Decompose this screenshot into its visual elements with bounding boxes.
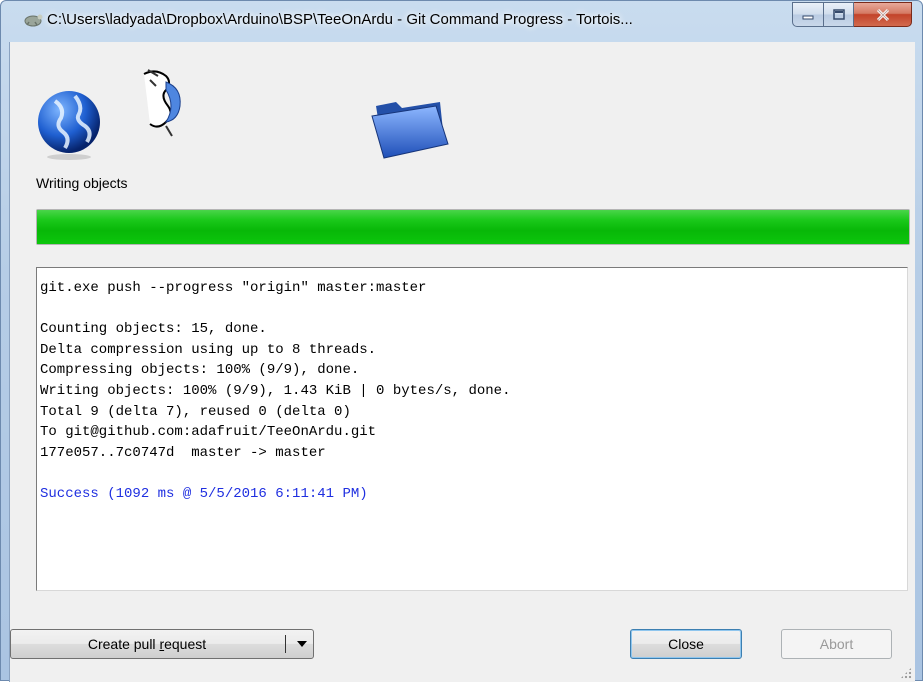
minimize-icon bbox=[802, 15, 814, 19]
paper-icon bbox=[143, 69, 181, 137]
minimize-button[interactable] bbox=[792, 2, 824, 27]
output-log[interactable]: git.exe push --progress "origin" master:… bbox=[36, 267, 908, 591]
globe-icon bbox=[38, 91, 100, 160]
log-line: Compressing objects: 100% (9/9), done. bbox=[40, 362, 360, 379]
close-window-button[interactable] bbox=[854, 2, 912, 27]
log-line: git.exe push --progress "origin" master:… bbox=[40, 280, 427, 296]
maximize-icon bbox=[832, 8, 845, 20]
create-pull-request-label: Create pull request bbox=[87, 636, 207, 652]
log-line: 177e057..7c0747d master -> master bbox=[40, 444, 326, 461]
progress-bar bbox=[36, 209, 910, 245]
window-title: C:\Users\ladyada\Dropbox\Arduino\BSP\Tee… bbox=[47, 11, 633, 28]
close-button[interactable]: Close bbox=[630, 629, 742, 659]
resize-grip[interactable] bbox=[900, 667, 912, 679]
log-line: Writing objects: 100% (9/9), 1.43 KiB | … bbox=[40, 382, 511, 399]
create-pull-request-button[interactable]: Create pull request bbox=[11, 630, 283, 658]
maximize-button[interactable] bbox=[824, 2, 854, 27]
split-separator bbox=[285, 635, 286, 653]
title-bar[interactable]: C:\Users\ladyada\Dropbox\Arduino\BSP\Tee… bbox=[1, 1, 922, 41]
log-success-line: Success (1092 ms @ 5/5/2016 6:11:41 PM) bbox=[40, 485, 368, 502]
dialog-client-area: Writing objects git.exe push --progress … bbox=[9, 42, 915, 682]
create-pull-request-split-button[interactable]: Create pull request bbox=[10, 629, 314, 659]
abort-button[interactable]: Abort bbox=[781, 629, 892, 659]
tortoisegit-icon bbox=[24, 14, 43, 27]
dropdown-arrow-icon bbox=[297, 641, 307, 647]
split-dropdown-button[interactable] bbox=[291, 630, 313, 658]
folder-icon bbox=[371, 102, 449, 159]
log-line: To git@github.com:adafruit/TeeOnArdu.git bbox=[40, 424, 377, 441]
status-label: Writing objects bbox=[36, 175, 128, 191]
log-line: Counting objects: 15, done. bbox=[40, 321, 267, 338]
close-icon bbox=[876, 8, 889, 21]
progress-window: C:\Users\ladyada\Dropbox\Arduino\BSP\Tee… bbox=[0, 0, 923, 682]
progress-fill bbox=[37, 210, 909, 244]
log-line: Delta compression using up to 8 threads. bbox=[40, 341, 377, 358]
log-line: Total 9 (delta 7), reused 0 (delta 0) bbox=[40, 403, 351, 420]
